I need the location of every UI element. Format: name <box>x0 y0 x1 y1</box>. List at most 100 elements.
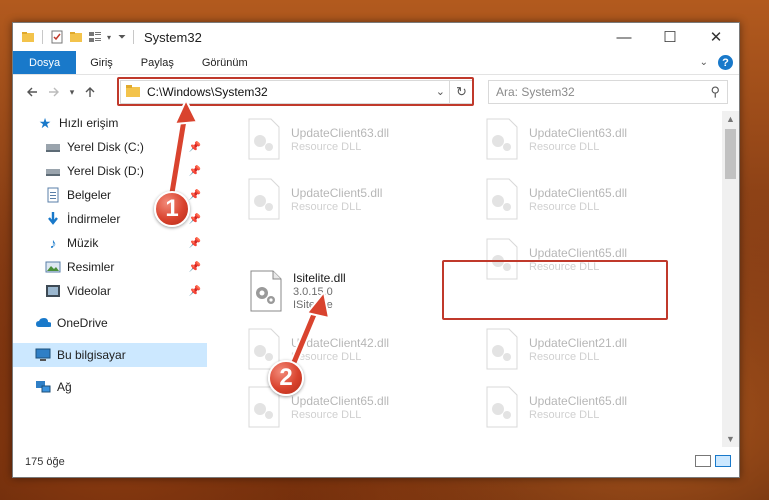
refresh-button[interactable]: ↻ <box>449 81 473 103</box>
sidebar-item-pictures[interactable]: Resimler 📌 <box>13 255 207 279</box>
file-description: Resource DLL <box>529 140 600 153</box>
sidebar-item-label: Videolar <box>67 284 111 298</box>
sidebar-item-music[interactable]: ♪ Müzik 📌 <box>13 231 207 255</box>
pictures-icon <box>45 259 61 275</box>
expand-ribbon-icon[interactable]: ⌄ <box>700 57 708 68</box>
scrollbar-thumb[interactable] <box>725 129 736 179</box>
list-item[interactable]: UpdateClient65.dll Resource DLL <box>467 379 692 435</box>
file-name: UpdateClient63.dll <box>529 125 628 140</box>
sidebar-item-label: Yerel Disk (C:) <box>67 140 144 154</box>
layout-icon[interactable] <box>88 30 102 44</box>
tab-view[interactable]: Görünüm <box>188 51 262 74</box>
gear-file-icon <box>481 385 521 429</box>
tab-home[interactable]: Giriş <box>76 51 127 74</box>
ribbon-controls: ⌄ ? <box>700 55 733 70</box>
up-button[interactable] <box>79 81 101 103</box>
sidebar-item-label: Ağ <box>57 380 72 394</box>
recent-locations-button[interactable]: ▾ <box>65 81 79 103</box>
file-name: UpdateClient42.dll <box>291 335 390 350</box>
gear-file-icon <box>481 327 521 371</box>
arrow-left-icon <box>27 87 37 97</box>
file-description: Resource DLL <box>291 140 362 153</box>
list-item-isitelite[interactable]: Isitelite.dll 3.0.15.0 ISiteLite <box>231 263 456 319</box>
file-description: Resource DLL <box>291 200 362 213</box>
list-item[interactable]: UpdateClient42.dll Resource DLL <box>229 321 454 377</box>
file-name: UpdateClient65.dll <box>529 245 628 260</box>
search-placeholder: Ara: System32 <box>496 85 575 99</box>
address-dropdown-icon[interactable]: ⌄ <box>436 85 445 98</box>
help-icon[interactable]: ? <box>718 55 733 70</box>
arrow-right-icon <box>49 87 59 97</box>
pin-icon[interactable]: 📌 <box>189 214 201 225</box>
file-description: Resource DLL <box>529 350 600 363</box>
sidebar-item-onedrive[interactable]: OneDrive <box>13 311 207 335</box>
network-icon <box>35 379 51 395</box>
window-controls: — ☐ ✕ <box>601 23 739 51</box>
file-name: UpdateClient65.dll <box>529 393 628 408</box>
file-name: UpdateClient21.dll <box>529 335 628 350</box>
file-description: ISiteLite <box>293 299 333 311</box>
sidebar-item-label: Yerel Disk (D:) <box>67 164 144 178</box>
scroll-down-button[interactable]: ▼ <box>722 431 739 447</box>
pin-icon[interactable]: 📌 <box>189 262 201 273</box>
minimize-button[interactable]: — <box>601 23 647 51</box>
gear-file-icon <box>481 117 521 161</box>
search-icon[interactable]: ⚲ <box>710 84 720 100</box>
sidebar-item-videos[interactable]: Videolar 📌 <box>13 279 207 303</box>
file-name: UpdateClient65.dll <box>529 185 628 200</box>
list-item[interactable]: UpdateClient65.dll Resource DLL <box>467 171 692 227</box>
address-path[interactable]: C:\Windows\System32 <box>147 85 268 99</box>
sidebar-item-quick-access[interactable]: ★ Hızlı erişim <box>13 111 207 135</box>
new-folder-icon[interactable] <box>69 30 83 44</box>
file-description: Resource DLL <box>529 408 600 421</box>
file-name: UpdateClient65.dll <box>291 393 390 408</box>
file-list: UpdateClient63.dll Resource DLL UpdateCli… <box>221 111 721 447</box>
sidebar-item-network[interactable]: Ağ <box>13 375 207 399</box>
sidebar-item-label: Hızlı erişim <box>59 116 119 130</box>
forward-button[interactable] <box>43 81 65 103</box>
pin-icon[interactable]: 📌 <box>189 190 201 201</box>
sidebar-item-local-disk-d[interactable]: Yerel Disk (D:) 📌 <box>13 159 207 183</box>
close-button[interactable]: ✕ <box>693 23 739 51</box>
properties-icon[interactable] <box>50 30 64 44</box>
sidebar-item-label: İndirmeler <box>67 212 121 226</box>
list-item[interactable]: UpdateClient21.dll Resource DLL <box>467 321 692 377</box>
file-description: Resource DLL <box>291 408 362 421</box>
list-item[interactable]: UpdateClient65.dll Resource DLL <box>229 379 454 435</box>
large-icons-view-icon[interactable] <box>715 455 731 467</box>
sidebar-item-label: Resimler <box>67 260 115 274</box>
main-area: ★ Hızlı erişim Yerel Disk (C:) 📌 Yerel D… <box>13 111 739 447</box>
list-item[interactable]: UpdateClient63.dll Resource DLL <box>467 111 692 167</box>
gear-file-icon <box>481 177 521 221</box>
vertical-scrollbar[interactable]: ▲ ▼ <box>722 111 739 447</box>
tab-share[interactable]: Paylaş <box>127 51 188 74</box>
title-bar: ▾ ⏷ System32 — ☐ ✕ <box>13 23 739 51</box>
ribbon-tabs: Dosya Giriş Paylaş Görünüm ⌄ ? <box>13 51 739 75</box>
details-view-icon[interactable] <box>695 455 711 467</box>
gear-file-icon <box>243 177 283 221</box>
chevron-down-icon[interactable]: ▾ <box>107 33 111 42</box>
pin-icon[interactable]: 📌 <box>189 238 201 249</box>
navigation-pane: ★ Hızlı erişim Yerel Disk (C:) 📌 Yerel D… <box>13 111 207 447</box>
gear-file-icon <box>243 117 283 161</box>
list-item[interactable]: UpdateClient63.dll Resource DLL <box>229 111 454 167</box>
customize-toolbar-icon[interactable]: ⏷ <box>118 32 126 43</box>
file-name: Isitelite.dll <box>293 271 346 285</box>
pin-icon[interactable]: 📌 <box>189 286 201 297</box>
gear-file-icon <box>245 269 285 313</box>
scroll-up-button[interactable]: ▲ <box>722 111 739 127</box>
maximize-button[interactable]: ☐ <box>647 23 693 51</box>
tab-file[interactable]: Dosya <box>13 51 77 74</box>
sidebar-item-this-pc[interactable]: Bu bilgisayar <box>13 343 207 367</box>
pin-icon[interactable]: 📌 <box>189 142 201 153</box>
search-input[interactable]: Ara: System32 ⚲ <box>488 80 728 104</box>
pin-icon[interactable]: 📌 <box>189 166 201 177</box>
address-bar[interactable]: C:\Windows\System32 ⌄ ↻ <box>120 80 474 104</box>
sidebar-item-local-disk-c[interactable]: Yerel Disk (C:) 📌 <box>13 135 207 159</box>
sidebar-item-label: OneDrive <box>57 316 108 330</box>
file-highlight-box <box>442 260 668 320</box>
downloads-icon <box>45 211 61 227</box>
back-button[interactable] <box>21 81 43 103</box>
list-item[interactable]: UpdateClient5.dll Resource DLL <box>229 171 454 227</box>
